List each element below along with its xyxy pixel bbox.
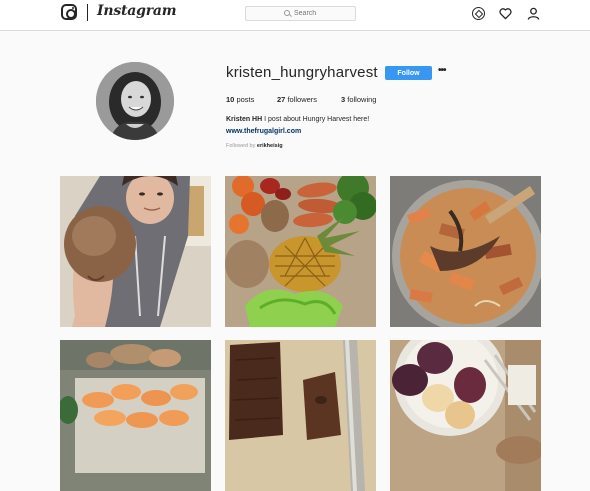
post-tile[interactable] xyxy=(390,176,541,327)
post-tile[interactable] xyxy=(225,176,376,327)
bio: Kristen HH I post about Hungry Harvest h… xyxy=(226,116,369,123)
post-tile[interactable] xyxy=(390,340,541,491)
bio-text: I post about Hungry Harvest here! xyxy=(264,116,370,123)
avatar-photo xyxy=(96,62,174,140)
bio-full-name: Kristen HH xyxy=(226,116,263,123)
following-stat[interactable]: 3 following xyxy=(341,95,376,104)
following-count: 3 xyxy=(341,95,346,104)
posts-count: 10 xyxy=(226,95,235,104)
following-label: following xyxy=(347,95,377,104)
profile-username: kristen_hungryharvest xyxy=(226,64,378,81)
bio-website-link[interactable]: www.thefrugalgirl.com xyxy=(226,128,301,135)
follow-button[interactable]: Follow xyxy=(385,66,432,80)
post-image-beet xyxy=(60,176,211,327)
more-options-icon[interactable]: ••• xyxy=(438,65,446,76)
search-input[interactable] xyxy=(246,7,355,20)
followers-label: followers xyxy=(287,95,318,104)
search-box[interactable] xyxy=(245,6,356,21)
followed-by-user[interactable]: erikheisig xyxy=(257,143,283,149)
followers-stat[interactable]: 27 followers xyxy=(277,95,317,104)
followers-count: 27 xyxy=(277,95,286,104)
post-image-plums xyxy=(390,340,541,491)
post-image-bread xyxy=(225,340,376,491)
post-image-sweet-potato-slices xyxy=(60,340,211,491)
followed-by: Followed by erikheisig xyxy=(226,143,283,149)
posts-stat: 10 posts xyxy=(226,95,254,104)
profile-person-icon[interactable] xyxy=(527,7,540,20)
profile-avatar xyxy=(96,62,174,140)
explore-compass-icon[interactable] xyxy=(472,7,485,20)
heart-icon[interactable] xyxy=(499,7,512,20)
instagram-camera-icon[interactable] xyxy=(61,4,77,20)
post-tile[interactable] xyxy=(60,176,211,327)
followed-by-label: Followed by xyxy=(226,143,256,149)
posts-label: posts xyxy=(236,95,255,104)
logo-divider xyxy=(87,4,88,21)
instagram-wordmark[interactable]: Instagram xyxy=(97,3,177,19)
post-image-vegetables xyxy=(225,176,376,327)
post-image-roasted-vegetables xyxy=(390,176,541,327)
top-nav: Instagram xyxy=(0,0,590,31)
post-tile[interactable] xyxy=(225,340,376,491)
post-tile[interactable] xyxy=(60,340,211,491)
